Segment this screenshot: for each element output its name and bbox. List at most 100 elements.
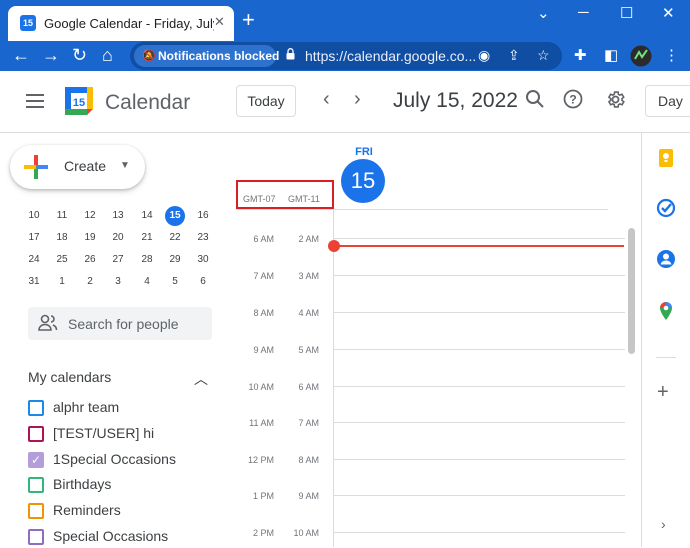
mini-calendar-day[interactable]: 2 [78,272,102,292]
search-people-input[interactable]: Search for people [28,307,212,340]
mini-calendar-day[interactable]: 14 [135,206,159,226]
main-menu-icon[interactable] [26,94,44,108]
calendar-label: 1Special Occasions [53,451,176,467]
chevron-up-icon[interactable]: ︿ [194,369,208,389]
calendar-checkbox[interactable] [28,529,44,545]
mini-calendar-day[interactable]: 16 [191,206,215,226]
mini-calendar-day[interactable]: 19 [78,228,102,248]
tab-search-icon[interactable]: ⌄ [537,4,550,22]
secondary-hour-label: 8 AM [298,455,319,465]
calendar-label: alphr team [53,399,120,415]
help-icon[interactable]: ? [563,89,583,109]
tab-close-icon[interactable]: ✕ [214,14,225,30]
secondary-hour-label: 9 AM [298,491,319,501]
calendar-checkbox[interactable] [28,400,44,416]
hour-gridline [333,459,625,460]
browser-tab[interactable]: 15 Google Calendar - Friday, July 15 ✕ [8,6,234,41]
mini-calendar-day[interactable]: 23 [191,228,215,248]
mini-calendar-day[interactable]: 25 [50,250,74,270]
people-icon [38,314,58,331]
time-grid-divider [333,209,334,547]
today-button[interactable]: Today [236,85,296,117]
current-date-title: July 15, 2022 [393,89,518,112]
keep-icon[interactable] [656,148,676,168]
back-arrow-icon[interactable]: ← [12,45,30,65]
secondary-timezone-label[interactable]: GMT-11 [288,194,320,204]
caret-down-icon[interactable]: ▼ [120,160,130,171]
get-add-ons-plus-icon[interactable]: + [657,381,669,404]
minimize-button[interactable]: ─ [578,4,589,21]
app-name: Calendar [105,91,191,114]
hide-side-panel-chevron-icon[interactable]: › [661,516,666,532]
extensions-puzzle-icon[interactable]: ✚ [574,46,587,64]
mini-calendar-day[interactable]: 6 [191,272,215,292]
current-time-indicator [334,245,624,247]
search-people-placeholder: Search for people [68,316,179,332]
contacts-icon[interactable] [656,249,676,269]
mini-calendar-day[interactable]: 29 [163,250,187,270]
mini-calendar-day[interactable]: 1 [50,272,74,292]
mini-calendar-week: 24 25 26 27 28 29 30 [20,250,220,270]
secondary-hour-label: 3 AM [298,271,319,281]
vertical-scrollbar[interactable] [628,228,635,354]
calendar-checkbox-checked[interactable]: ✓ [28,452,44,468]
primary-timezone-label[interactable]: GMT-07 [243,194,276,204]
share-icon[interactable]: ⇪ [508,47,520,64]
mini-calendar-day[interactable]: 21 [135,228,159,248]
side-panel-icon[interactable]: ◧ [604,46,618,64]
bookmark-star-icon[interactable]: ☆ [537,47,550,64]
new-tab-button[interactable]: + [242,8,255,32]
home-icon[interactable]: ⌂ [102,45,113,65]
mini-calendar-day[interactable]: 5 [163,272,187,292]
day-of-week-label[interactable]: FRI [352,146,376,158]
calendar-label: Birthdays [53,476,112,492]
maximize-button[interactable]: ☐ [620,4,633,22]
mini-calendar-day[interactable]: 31 [22,272,46,292]
profile-avatar[interactable] [630,45,652,67]
eye-icon[interactable]: ◉ [478,47,490,64]
day-number-today[interactable]: 15 [341,159,385,203]
notifications-blocked-label: Notifications blocked [158,49,280,63]
previous-day-chevron-icon[interactable]: ‹ [323,88,330,111]
notifications-blocked-chip[interactable]: 🔕 Notifications blocked [134,45,280,67]
forward-arrow-icon[interactable]: → [42,45,60,65]
mini-calendar-day[interactable]: 12 [78,206,102,226]
url-text[interactable]: https://calendar.google.co... [305,48,476,64]
mini-calendar-day[interactable]: 17 [22,228,46,248]
primary-hour-label: 9 AM [253,345,274,355]
current-time-dot [328,240,340,252]
address-bar[interactable]: 🔕 Notifications blocked https://calendar… [130,42,562,70]
primary-hour-label: 10 AM [248,382,274,392]
calendar-checkbox[interactable] [28,503,44,519]
search-icon[interactable] [525,89,545,109]
calendar-checkbox[interactable] [28,477,44,493]
maps-pin-icon[interactable] [656,301,676,321]
svg-text:?: ? [569,93,576,107]
mini-calendar-day[interactable]: 13 [106,206,130,226]
create-button[interactable]: Create ▼ [10,145,145,189]
my-calendars-heading[interactable]: My calendars [28,369,111,385]
mini-calendar-day[interactable]: 4 [135,272,159,292]
mini-calendar-day[interactable]: 10 [22,206,46,226]
close-window-button[interactable]: ✕ [662,4,675,22]
mini-calendar-day[interactable]: 3 [106,272,130,292]
google-calendar-logo-icon: 15 [65,87,93,115]
calendar-checkbox[interactable] [28,426,44,442]
tasks-icon[interactable] [656,198,676,218]
mini-calendar-day[interactable]: 28 [135,250,159,270]
reload-icon[interactable]: ↻ [72,45,87,65]
mini-calendar-day[interactable]: 30 [191,250,215,270]
next-day-chevron-icon[interactable]: › [354,88,361,111]
mini-calendar-day[interactable]: 24 [22,250,46,270]
mini-calendar-day[interactable]: 11 [50,206,74,226]
lock-icon[interactable] [286,48,295,60]
settings-gear-icon[interactable] [605,89,626,110]
view-switcher-button[interactable]: Day [645,85,690,117]
mini-calendar-day[interactable]: 18 [50,228,74,248]
mini-calendar-day[interactable]: 20 [106,228,130,248]
chrome-menu-icon[interactable]: ⋮ [664,46,679,64]
mini-calendar-day[interactable]: 26 [78,250,102,270]
mini-calendar-day[interactable]: 27 [106,250,130,270]
mini-calendar-day[interactable]: 22 [163,228,187,248]
mini-calendar-today[interactable]: 15 [165,206,185,226]
